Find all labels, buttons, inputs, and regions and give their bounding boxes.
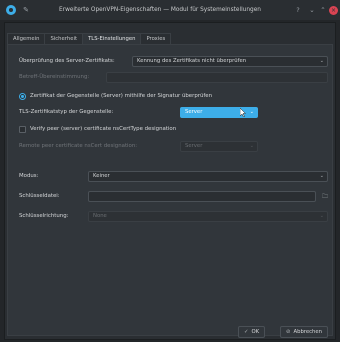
mode-row: Modus: Keiner ⌄: [8, 170, 334, 182]
subject-match-label: Betreff-Übereinstimmung:: [19, 74, 90, 80]
help-button[interactable]: ?: [293, 5, 303, 15]
ns-cert-checkbox[interactable]: [19, 126, 26, 133]
verify-peer-radio[interactable]: [19, 93, 26, 100]
minimize-button[interactable]: ⌄: [307, 5, 317, 15]
maximize-button[interactable]: ⌃: [318, 5, 328, 15]
key-file-input[interactable]: [88, 190, 316, 202]
ok-button[interactable]: ✓ OK: [238, 326, 266, 338]
folder-open-icon[interactable]: 🗀: [320, 191, 330, 202]
close-button[interactable]: ×: [329, 5, 338, 15]
ns-cert-type-label: Remote peer certificate nsCert designati…: [19, 143, 138, 149]
ns-cert-check-label: Verify peer (server) certificate nsCertT…: [30, 126, 177, 132]
mode-label: Modus:: [19, 173, 39, 179]
subject-match-row: Betreff-Übereinstimmung:: [8, 71, 334, 83]
mode-value: Keiner: [93, 172, 110, 179]
chevron-down-icon: ⌄: [319, 172, 324, 179]
key-direction-label: Schlüsselrichtung:: [19, 213, 69, 219]
peer-cert-type-label: TLS-Zertifikatstyp der Gegenstelle:: [19, 109, 114, 115]
peer-cert-type-select[interactable]: Server ⌄: [180, 106, 258, 118]
cancel-icon: ⊘: [286, 329, 291, 335]
peer-cert-type-row: TLS-Zertifikatstyp der Gegenstelle: Serv…: [8, 106, 334, 118]
server-cert-check-value: Kennung des Zertifikats nicht überprüfen: [137, 57, 247, 64]
chevron-down-icon: ⌄: [319, 212, 324, 219]
chevron-down-icon: ⌄: [249, 142, 254, 149]
subject-match-input[interactable]: [106, 71, 328, 83]
tab-tls-einstellungen[interactable]: TLS-Einstellungen: [82, 33, 142, 44]
key-file-row: Schlüsseldatei: 🗀: [8, 190, 334, 202]
tab-sicherheit[interactable]: Sicherheit: [44, 33, 84, 44]
key-direction-select[interactable]: None ⌄: [88, 210, 328, 222]
dialog-body: Allgemein Sicherheit TLS-Einstellungen P…: [4, 22, 336, 340]
chevron-down-icon: ⌄: [319, 57, 324, 64]
key-file-label: Schlüsseldatei:: [19, 193, 60, 199]
verify-peer-row: Zertifikat der Gegenstelle (Server) mith…: [8, 90, 334, 102]
key-direction-row: Schlüsselrichtung: None ⌄: [8, 210, 334, 222]
window-title: Erweiterte OpenVPN-Eigenschaften — Modul…: [59, 7, 261, 13]
window-titlebar: ✎ Erweiterte OpenVPN-Eigenschaften — Mod…: [0, 0, 340, 20]
mode-select[interactable]: Keiner ⌄: [88, 170, 328, 182]
tls-settings-panel: Überprüfung des Server-Zertifikats: Kenn…: [7, 44, 333, 336]
cancel-label: Abbrechen: [293, 329, 323, 335]
checkmark-icon: ✓: [244, 329, 249, 335]
ok-label: OK: [251, 329, 260, 335]
key-direction-value: None: [93, 212, 107, 219]
pin-icon[interactable]: ✎: [21, 5, 31, 15]
chevron-down-icon: ⌄: [249, 108, 254, 115]
server-cert-check-label: Überprüfung des Server-Zertifikats:: [19, 58, 115, 64]
ns-cert-type-select[interactable]: Server ⌄: [180, 140, 258, 152]
mouse-cursor-icon: [240, 108, 246, 117]
ns-cert-type-row: Remote peer certificate nsCert designati…: [8, 140, 334, 152]
app-icon: [6, 5, 16, 15]
cancel-button[interactable]: ⊘ Abbrechen: [280, 326, 329, 338]
verify-peer-label: Zertifikat der Gegenstelle (Server) mith…: [30, 93, 213, 99]
server-cert-check-row: Überprüfung des Server-Zertifikats: Kenn…: [8, 55, 334, 67]
ns-cert-check-row: Verify peer (server) certificate nsCertT…: [8, 123, 334, 135]
tab-allgemein[interactable]: Allgemein: [7, 33, 46, 44]
tab-bar: Allgemein Sicherheit TLS-Einstellungen P…: [7, 33, 172, 44]
ns-cert-type-value: Server: [185, 142, 203, 149]
tab-proxies[interactable]: Proxies: [140, 33, 172, 44]
peer-cert-type-value: Server: [185, 108, 203, 115]
server-cert-check-select[interactable]: Kennung des Zertifikats nicht überprüfen…: [132, 55, 328, 67]
